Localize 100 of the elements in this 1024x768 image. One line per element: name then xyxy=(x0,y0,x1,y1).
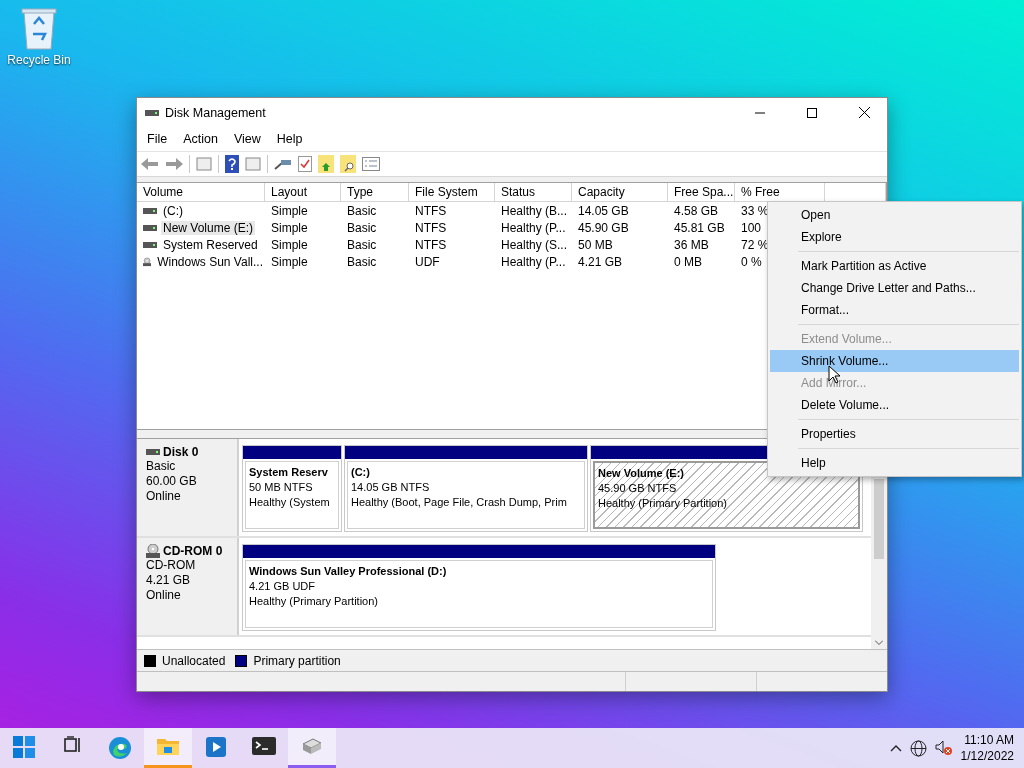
table-cell: 100 xyxy=(741,220,762,235)
partition-size: 45.90 GB NTFS xyxy=(598,481,677,496)
column-header[interactable]: Status xyxy=(495,183,572,202)
clock-time: 11:10 AM xyxy=(964,732,1014,748)
properties-icon[interactable] xyxy=(362,157,380,171)
cd-drive-icon xyxy=(143,254,152,269)
partition-block[interactable]: System Reserv 50 MB NTFS Healthy (System xyxy=(242,445,342,532)
recycle-bin-icon[interactable] xyxy=(20,6,58,50)
drive-icon xyxy=(143,240,157,249)
context-menu-item[interactable]: Mark Partition as Active xyxy=(770,255,1019,277)
menu-item[interactable]: Action xyxy=(175,132,226,146)
partition-name: Windows Sun Valley Professional (D:) xyxy=(249,564,447,579)
table-cell: Simple xyxy=(271,203,308,218)
column-header[interactable]: Free Spa... xyxy=(668,183,735,202)
table-cell: 45.90 GB xyxy=(578,220,629,235)
browser-icon xyxy=(108,736,132,760)
context-menu-item[interactable]: Properties xyxy=(770,423,1019,445)
partition-status: Healthy (Primary Partition) xyxy=(249,594,378,609)
table-cell: Simple xyxy=(271,254,308,269)
table-cell: Simple xyxy=(271,237,308,252)
legend-label: Primary partition xyxy=(253,653,341,668)
table-cell: Healthy (B... xyxy=(501,203,568,218)
context-menu-item[interactable]: Open xyxy=(770,204,1019,226)
speaker-muted-icon[interactable] xyxy=(934,740,953,756)
menu-item[interactable]: File xyxy=(139,132,176,146)
forward-arrow-icon[interactable] xyxy=(165,157,183,171)
table-cell[interactable]: System Reserved xyxy=(161,237,260,252)
table-cell: Simple xyxy=(271,220,308,235)
close-icon[interactable] xyxy=(858,107,870,118)
table-cell: UDF xyxy=(415,254,440,269)
connect-icon[interactable] xyxy=(274,157,292,171)
partition-block[interactable]: Windows Sun Valley Professional (D:) 4.21 GB UDF Healthy (Primary Partition) xyxy=(242,544,716,631)
column-header[interactable]: Capacity xyxy=(572,183,668,202)
scroll-down-icon[interactable] xyxy=(875,640,883,645)
desktop-icon-label: Recycle Bin xyxy=(7,53,71,67)
table-cell[interactable]: (C:) xyxy=(161,203,185,218)
table-cell: 0 MB xyxy=(674,254,702,269)
table-cell: 14.05 GB xyxy=(578,203,629,218)
folder-up-icon[interactable] xyxy=(318,155,334,173)
context-menu-item[interactable]: Explore xyxy=(770,226,1019,248)
context-menu-item[interactable]: Change Drive Letter and Paths... xyxy=(770,277,1019,299)
clock-date: 1/12/2022 xyxy=(960,748,1014,764)
table-cell: 4.58 GB xyxy=(674,203,719,218)
context-menu-item[interactable]: Format... xyxy=(770,299,1019,321)
table-cell[interactable]: Windows Sun Vall... xyxy=(155,254,265,269)
context-menu-item[interactable]: Shrink Volume... xyxy=(770,350,1019,372)
table-cell: Basic xyxy=(347,203,377,218)
table-cell: NTFS xyxy=(415,203,447,218)
partition-block[interactable]: (C:) 14.05 GB NTFS Healthy (Boot, Page File, Crash Dump, Prim xyxy=(344,445,588,532)
cd-drive-icon xyxy=(146,544,160,558)
column-header[interactable]: File System xyxy=(409,183,495,202)
media-player-icon xyxy=(205,736,227,758)
partition-status: Healthy (Primary Partition) xyxy=(598,496,727,511)
help-icon[interactable] xyxy=(225,155,239,173)
disk-detail: 60.00 GB xyxy=(146,474,198,489)
partition-size: 14.05 GB NTFS xyxy=(351,480,430,495)
terminal-icon xyxy=(252,736,276,756)
table-cell: Basic xyxy=(347,237,377,252)
column-header[interactable]: Type xyxy=(341,183,409,202)
windows-start-icon xyxy=(13,736,35,758)
table-cell: Healthy (P... xyxy=(501,220,566,235)
minimize-icon[interactable] xyxy=(755,111,765,114)
menu-item[interactable]: View xyxy=(225,132,269,146)
back-arrow-icon[interactable] xyxy=(141,157,159,171)
column-header[interactable]: Volume xyxy=(137,183,265,202)
folder-search-icon[interactable] xyxy=(340,155,356,173)
table-cell[interactable]: New Volume (E:) xyxy=(161,220,256,235)
disk-detail: Basic xyxy=(146,459,177,474)
partition-status: Healthy (Boot, Page File, Crash Dump, Prim xyxy=(351,495,567,510)
table-cell: 50 MB xyxy=(578,237,613,252)
window-title: Disk Management xyxy=(165,105,267,120)
disk-detail: Online xyxy=(146,489,182,504)
table-cell: 45.81 GB xyxy=(674,220,725,235)
column-header[interactable]: Layout xyxy=(265,183,341,202)
table-cell: Basic xyxy=(347,220,377,235)
table-cell: Basic xyxy=(347,254,377,269)
context-menu-item[interactable]: Delete Volume... xyxy=(770,394,1019,416)
table-cell: 36 MB xyxy=(674,237,709,252)
clock[interactable]: 11:10 AM 1/12/2022 xyxy=(960,732,1014,764)
maximize-icon[interactable] xyxy=(807,107,817,118)
table-cell: 4.21 GB xyxy=(578,254,623,269)
partition-name: System Reserv xyxy=(249,465,328,480)
disk-management-icon xyxy=(145,108,159,117)
menu-item[interactable]: Help xyxy=(268,132,311,146)
disk-name: CD-ROM 0 xyxy=(163,544,223,558)
drive-icon xyxy=(143,206,157,215)
chevron-up-icon[interactable] xyxy=(889,744,902,752)
partition-status: Healthy (System xyxy=(249,495,330,510)
partition-name: (C:) xyxy=(351,465,370,480)
partition-name: New Volume (E:) xyxy=(598,466,684,481)
globe-icon[interactable] xyxy=(909,739,927,757)
disk-name: Disk 0 xyxy=(163,445,199,459)
disk-detail: 4.21 GB xyxy=(146,573,192,588)
folder-icon xyxy=(156,736,180,756)
table-cell: NTFS xyxy=(415,220,447,235)
disk-detail: Online xyxy=(146,588,182,603)
disk-management-icon xyxy=(301,736,323,756)
checklist-icon[interactable] xyxy=(298,156,312,172)
table-cell: NTFS xyxy=(415,237,447,252)
table-cell: 0 % xyxy=(741,254,762,269)
